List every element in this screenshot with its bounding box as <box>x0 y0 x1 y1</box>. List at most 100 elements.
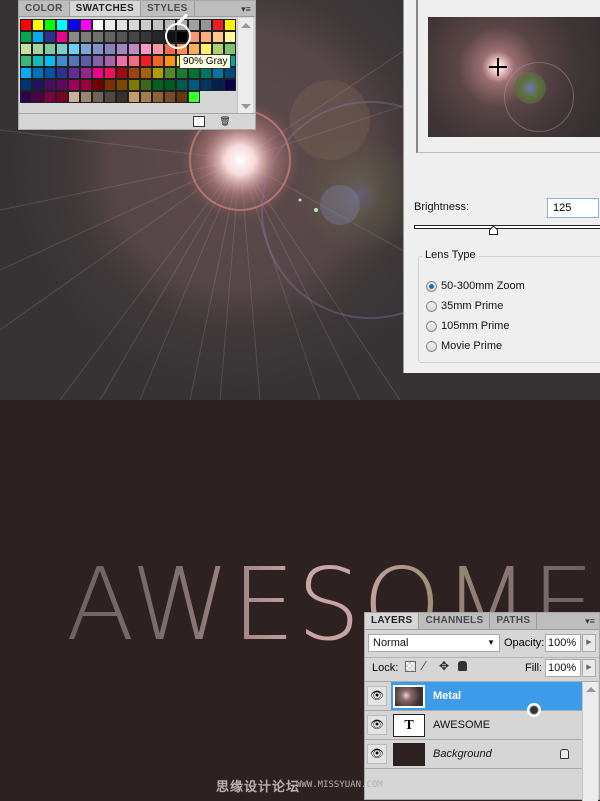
radio-button-icon[interactable] <box>426 300 437 312</box>
swatch[interactable] <box>80 91 92 103</box>
swatch[interactable] <box>104 67 116 79</box>
layer-row[interactable]: 👁 T AWESOME <box>365 711 583 740</box>
swatch[interactable] <box>68 67 80 79</box>
swatch[interactable] <box>20 19 32 31</box>
swatch[interactable] <box>44 79 56 91</box>
swatch[interactable] <box>176 91 188 103</box>
swatch[interactable] <box>44 67 56 79</box>
brightness-slider[interactable] <box>414 225 600 229</box>
opacity-input[interactable]: 100% <box>545 634 581 652</box>
opacity-slider-toggle[interactable]: ▶ <box>582 634 596 652</box>
swatch[interactable] <box>116 79 128 91</box>
swatch[interactable] <box>164 67 176 79</box>
swatch[interactable] <box>44 31 56 43</box>
swatch[interactable] <box>212 31 224 43</box>
swatch[interactable] <box>116 55 128 67</box>
swatch[interactable] <box>20 79 32 91</box>
swatch[interactable] <box>56 79 68 91</box>
swatch[interactable] <box>140 91 152 103</box>
swatch[interactable] <box>116 91 128 103</box>
layer-row[interactable]: 👁 Metal <box>365 682 583 711</box>
swatch[interactable] <box>164 79 176 91</box>
swatch[interactable] <box>140 43 152 55</box>
swatch[interactable] <box>188 19 200 31</box>
swatch[interactable] <box>200 19 212 31</box>
swatch[interactable] <box>80 43 92 55</box>
swatch[interactable] <box>32 43 44 55</box>
brightness-slider-thumb[interactable] <box>488 226 498 235</box>
tab-color[interactable]: COLOR <box>19 1 70 16</box>
swatch[interactable] <box>92 19 104 31</box>
swatch[interactable] <box>212 19 224 31</box>
radio-button-icon[interactable] <box>426 340 437 352</box>
swatch[interactable] <box>68 43 80 55</box>
swatch[interactable] <box>104 55 116 67</box>
swatch[interactable] <box>20 67 32 79</box>
lock-all-icon[interactable] <box>458 661 467 671</box>
swatch[interactable] <box>200 79 212 91</box>
layer-name[interactable]: Background <box>433 748 492 760</box>
swatch[interactable] <box>80 79 92 91</box>
swatch[interactable] <box>32 19 44 31</box>
swatch[interactable] <box>116 19 128 31</box>
swatch[interactable] <box>116 43 128 55</box>
swatch[interactable] <box>20 31 32 43</box>
swatch[interactable] <box>152 67 164 79</box>
layer-name[interactable]: Metal <box>433 690 461 702</box>
swatch[interactable] <box>104 91 116 103</box>
swatch[interactable] <box>92 79 104 91</box>
swatch[interactable] <box>152 19 164 31</box>
swatch[interactable] <box>164 91 176 103</box>
swatch[interactable] <box>92 55 104 67</box>
layer-visibility-eye-icon[interactable]: 👁 <box>367 744 387 764</box>
swatch[interactable] <box>140 67 152 79</box>
scroll-up-icon[interactable] <box>241 23 251 28</box>
swatch[interactable] <box>188 79 200 91</box>
swatch[interactable] <box>56 19 68 31</box>
trash-icon[interactable]: 🗑 <box>219 116 231 127</box>
swatch[interactable] <box>128 67 140 79</box>
panel-menu-icon[interactable]: ▾≡ <box>581 613 599 629</box>
swatch[interactable] <box>44 43 56 55</box>
new-swatch-icon[interactable] <box>193 116 205 127</box>
fill-input[interactable]: 100% <box>545 659 581 677</box>
swatch[interactable] <box>92 67 104 79</box>
swatch[interactable] <box>44 55 56 67</box>
tab-swatches[interactable]: SWATCHES <box>69 1 141 16</box>
swatch[interactable] <box>92 31 104 43</box>
swatch[interactable] <box>188 91 200 103</box>
swatch[interactable] <box>140 55 152 67</box>
lens-option-radio[interactable]: Movie Prime <box>426 340 502 352</box>
swatch[interactable] <box>56 67 68 79</box>
swatch[interactable] <box>44 91 56 103</box>
swatch[interactable] <box>140 19 152 31</box>
blend-mode-select[interactable]: Normal ▼ <box>368 634 500 652</box>
swatch[interactable] <box>164 55 176 67</box>
layer-name[interactable]: AWESOME <box>433 719 490 731</box>
swatch[interactable] <box>140 31 152 43</box>
swatch[interactable] <box>32 79 44 91</box>
swatch[interactable] <box>128 43 140 55</box>
swatch[interactable] <box>104 19 116 31</box>
swatch[interactable] <box>32 67 44 79</box>
scroll-up-icon[interactable] <box>586 687 596 692</box>
swatch[interactable] <box>152 43 164 55</box>
swatch[interactable] <box>56 55 68 67</box>
swatch[interactable] <box>128 79 140 91</box>
swatch[interactable] <box>68 79 80 91</box>
swatch[interactable] <box>20 91 32 103</box>
swatch[interactable] <box>80 31 92 43</box>
swatch[interactable] <box>152 79 164 91</box>
swatch[interactable] <box>152 31 164 43</box>
radio-button-icon[interactable] <box>426 280 437 292</box>
layers-scrollbar[interactable] <box>582 682 598 801</box>
swatch[interactable] <box>200 31 212 43</box>
layer-row[interactable]: 👁 Background <box>365 740 583 769</box>
swatch[interactable] <box>104 43 116 55</box>
lens-option-radio[interactable]: 50-300mm Zoom <box>426 280 525 292</box>
tab-layers[interactable]: LAYERS <box>365 613 420 629</box>
flare-preview[interactable] <box>428 17 600 137</box>
swatch[interactable] <box>80 19 92 31</box>
swatch[interactable] <box>116 67 128 79</box>
layer-visibility-eye-icon[interactable]: 👁 <box>367 715 387 735</box>
